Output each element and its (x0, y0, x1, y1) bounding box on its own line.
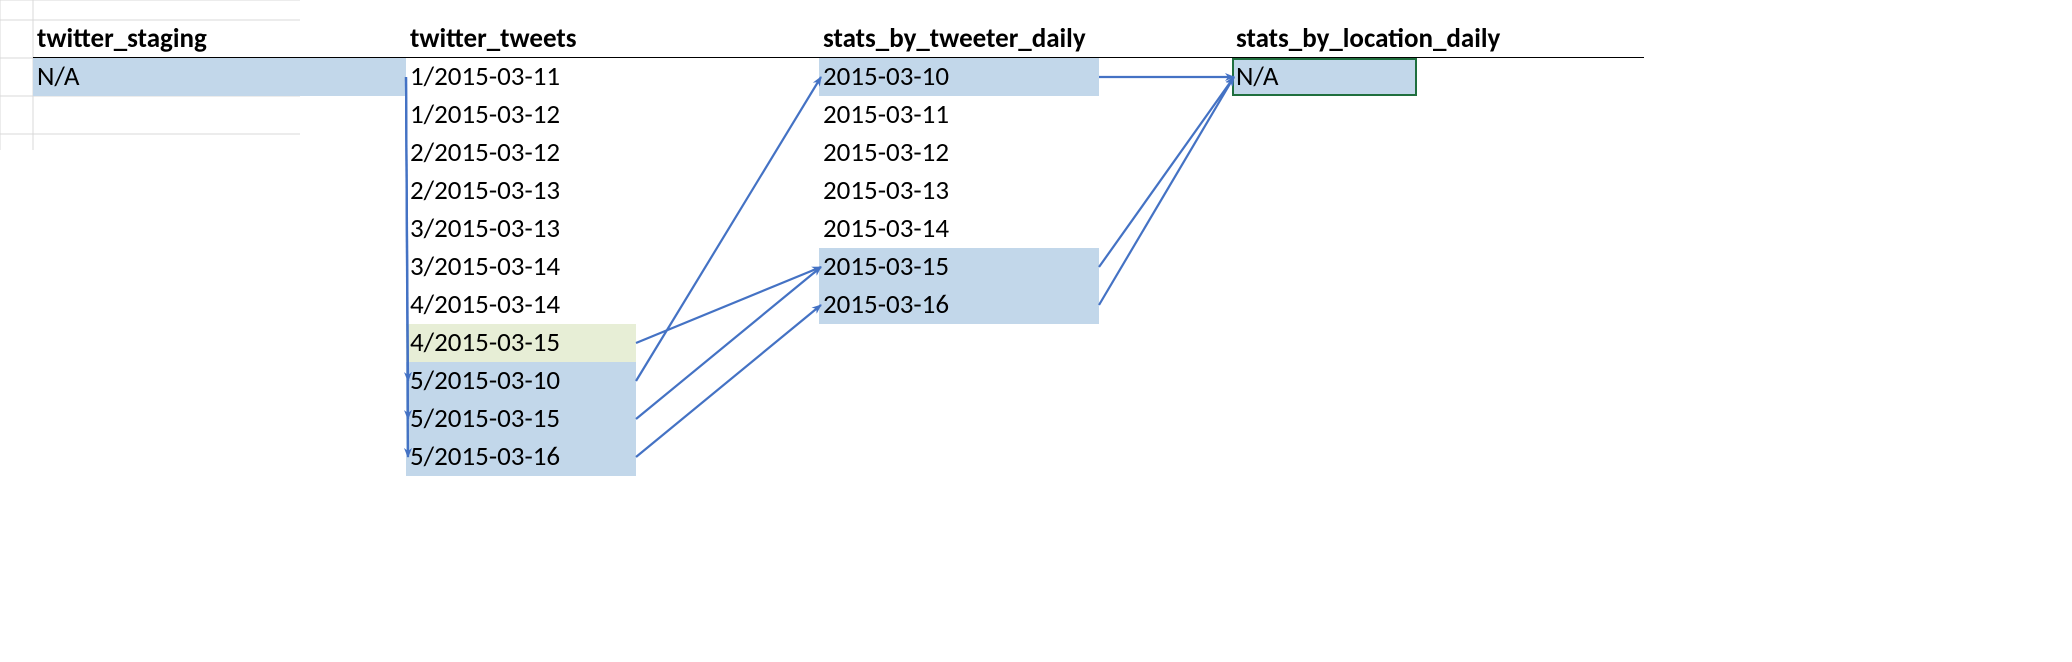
cell-stats_tweeter[interactable]: 2015-03-16 (819, 286, 1099, 324)
cell-tweets[interactable]: 4/2015-03-14 (406, 286, 819, 324)
header-stats-by-location-daily: stats_by_location_daily (1232, 20, 1644, 58)
cell-tweets[interactable]: 2/2015-03-12 (406, 134, 819, 172)
header-stats-by-tweeter-daily: stats_by_tweeter_daily (819, 20, 1232, 58)
header-twitter-staging: twitter_staging (33, 20, 406, 58)
cell-stats_tweeter[interactable]: 2015-03-10 (819, 58, 1099, 96)
header-twitter-tweets: twitter_tweets (406, 20, 819, 58)
dependency-arrow (636, 305, 821, 457)
cell-stats_location[interactable]: N/A (1232, 58, 1417, 96)
cell-tweets[interactable]: 3/2015-03-13 (406, 210, 819, 248)
spreadsheet-viewport: twitter_staging twitter_tweets stats_by_… (0, 0, 2072, 662)
cell-tweets[interactable]: 5/2015-03-16 (406, 438, 636, 476)
cell-stats_tweeter[interactable]: 2015-03-14 (819, 210, 1232, 248)
cell-stats_tweeter[interactable]: 2015-03-13 (819, 172, 1232, 210)
cell-stats_tweeter[interactable]: 2015-03-15 (819, 248, 1099, 286)
cell-tweets[interactable]: 2/2015-03-13 (406, 172, 819, 210)
cell-tweets[interactable]: 4/2015-03-15 (406, 324, 636, 362)
cell-tweets[interactable]: 3/2015-03-14 (406, 248, 819, 286)
cell-tweets[interactable]: 5/2015-03-15 (406, 400, 636, 438)
cell-stats_tweeter[interactable]: 2015-03-11 (819, 96, 1232, 134)
cell-stats_tweeter[interactable]: 2015-03-12 (819, 134, 1232, 172)
cell-staging[interactable]: N/A (33, 58, 406, 96)
cell-tweets[interactable]: 5/2015-03-10 (406, 362, 636, 400)
cell-tweets[interactable]: 1/2015-03-12 (406, 96, 819, 134)
cell-tweets[interactable]: 1/2015-03-11 (406, 58, 819, 96)
